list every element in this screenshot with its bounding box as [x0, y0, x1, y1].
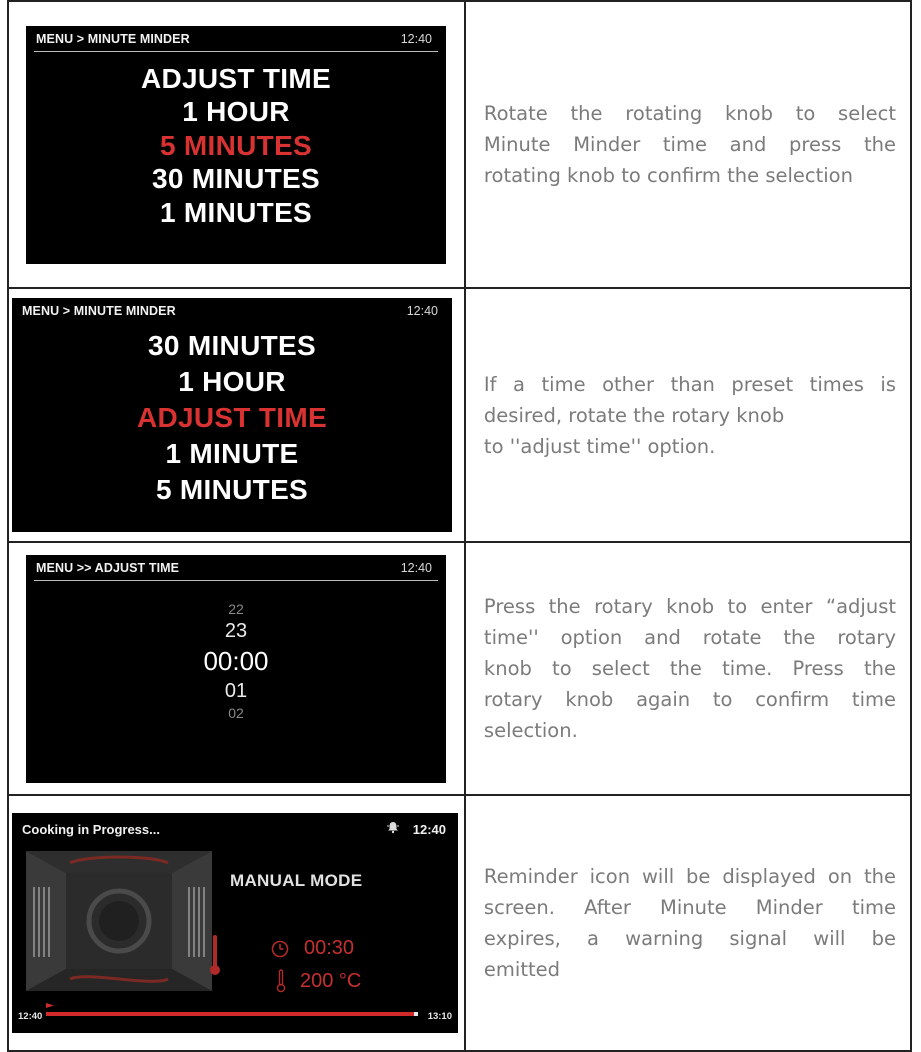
text-line: Reminder icon will be displayed on the: [483, 865, 896, 888]
instruction-row: MENU > MINUTE MINDER 12:40 ADJUST TIME 1…: [7, 0, 913, 289]
instruction-row: MENU > MINUTE MINDER 12:40 30 MINUTES 1 …: [7, 287, 913, 543]
menu-item: ADJUST TIME: [141, 62, 331, 94]
menu-item: 30 MINUTES: [152, 163, 320, 194]
instruction-text: Rotate the rotating knob to select Minut…: [466, 98, 910, 191]
instruction-text: If a time other than preset times is des…: [466, 369, 910, 462]
timer-value: 00:30: [304, 937, 355, 959]
text-line: expires, a warning signal will be: [483, 927, 896, 950]
text-line: desired, rotate the rotary knob: [483, 403, 785, 427]
display-screen-cooking: Cooking in Progress... 12:40 MANUAL MODE…: [12, 813, 458, 1033]
menu-item: 1 MINUTE: [165, 438, 299, 469]
menu-list: ADJUST TIME 1 HOUR 5 MINUTES 30 MINUTES …: [26, 62, 446, 230]
text-line: rotary knob again to confirm time: [483, 688, 896, 711]
text-line: If a time other than preset times is: [483, 372, 896, 396]
menu-item-selected: 5 MINUTES: [159, 129, 313, 161]
header-divider: [34, 50, 438, 52]
menu-item: 1 MINUTES: [159, 196, 313, 228]
menu-item: 1 HOUR: [182, 96, 290, 127]
time-option: 01: [224, 679, 248, 702]
instruction-table: MENU > MINUTE MINDER 12:40 ADJUST TIME 1…: [7, 0, 913, 1052]
progress-bar-fill: [46, 1012, 415, 1016]
instruction-row: MENU >> ADJUST TIME 12:40 22 23 00:00 01…: [7, 541, 913, 796]
description-cell: Reminder icon will be displayed on the s…: [463, 794, 913, 1052]
instruction-text: Press the rotary knob to enter “adjust t…: [466, 591, 910, 746]
description-cell: Rotate the rotating knob to select Minut…: [463, 0, 913, 289]
display-screen-minute-minder: MENU > MINUTE MINDER 12:40 ADJUST TIME 1…: [26, 25, 446, 264]
menu-item: 30 MINUTES: [148, 330, 316, 361]
clock: 12:40: [412, 822, 446, 837]
text-line: rotating knob to confirm the selection: [483, 164, 853, 187]
menu-item: 1 HOUR: [178, 366, 286, 397]
bell-icon: [387, 822, 399, 834]
description-cell: If a time other than preset times is des…: [463, 287, 913, 543]
time-option: 22: [228, 600, 244, 617]
time-picker: 22 23 00:00 01 02: [26, 599, 446, 723]
text-line: Rotate the rotating knob to select: [483, 102, 896, 125]
instruction-text: Reminder icon will be displayed on the s…: [466, 861, 910, 985]
screen-header: MENU >> ADJUST TIME 12:40: [26, 555, 446, 581]
text-line: emitted: [483, 958, 560, 981]
breadcrumb: MENU >> ADJUST TIME: [36, 560, 180, 575]
text-line: selection.: [483, 719, 578, 742]
screen-cell: Cooking in Progress... 12:40 MANUAL MODE…: [7, 794, 466, 1052]
screen-cell: MENU > MINUTE MINDER 12:40 ADJUST TIME 1…: [7, 0, 466, 289]
screen-cell: MENU >> ADJUST TIME 12:40 22 23 00:00 01…: [7, 541, 466, 796]
display-screen-minute-minder: MENU > MINUTE MINDER 12:40 30 MINUTES 1 …: [12, 298, 452, 532]
oven-cavity-illustration: [26, 851, 212, 991]
time-option: 02: [228, 704, 244, 721]
time-option: 23: [224, 619, 248, 642]
menu-item: 5 MINUTES: [155, 474, 309, 505]
description-cell: Press the rotary knob to enter “adjust t…: [463, 541, 913, 796]
text-line: time'' option and rotate the rotary: [483, 626, 896, 649]
breadcrumb: MENU > MINUTE MINDER: [22, 304, 176, 318]
text-line: knob to select the time. Press the: [483, 657, 896, 680]
progress-start-time: 12:40: [18, 1011, 43, 1022]
status-title: Cooking in Progress...: [22, 822, 160, 837]
screen-header: MENU > MINUTE MINDER 12:40: [26, 26, 446, 52]
header-divider: [34, 579, 438, 581]
cooking-mode: MANUAL MODE: [230, 871, 363, 890]
instruction-row: Cooking in Progress... 12:40 MANUAL MODE…: [7, 794, 913, 1052]
temperature-value: 200 °C: [300, 970, 362, 992]
progress-end-time: 13:10: [427, 1011, 452, 1022]
timer-icon: [271, 940, 289, 958]
menu-item-selected: ADJUST TIME: [137, 402, 327, 433]
flag-icon: [46, 1003, 54, 1008]
clock: 12:40: [400, 560, 432, 575]
thermometer-icon: [210, 935, 220, 975]
screen-header: MENU > MINUTE MINDER 12:40: [12, 298, 452, 324]
display-screen-adjust-time: MENU >> ADJUST TIME 12:40 22 23 00:00 01…: [26, 554, 446, 783]
text-line: Press the rotary knob to enter “adjust: [483, 595, 896, 618]
temperature-icon: [276, 969, 286, 993]
text-line: to ''adjust time'' option.: [483, 434, 716, 458]
progress-bar: [46, 1012, 418, 1016]
clock: 12:40: [400, 31, 432, 46]
breadcrumb: MENU > MINUTE MINDER: [36, 31, 190, 46]
time-value-current: 00:00: [203, 645, 269, 676]
menu-list: 30 MINUTES 1 HOUR ADJUST TIME 1 MINUTE 5…: [12, 328, 452, 508]
text-line: Minute Minder time and press the: [483, 133, 896, 156]
clock: 12:40: [406, 304, 438, 318]
text-line: screen. After Minute Minder time: [483, 896, 896, 919]
screen-cell: MENU > MINUTE MINDER 12:40 30 MINUTES 1 …: [7, 287, 466, 543]
